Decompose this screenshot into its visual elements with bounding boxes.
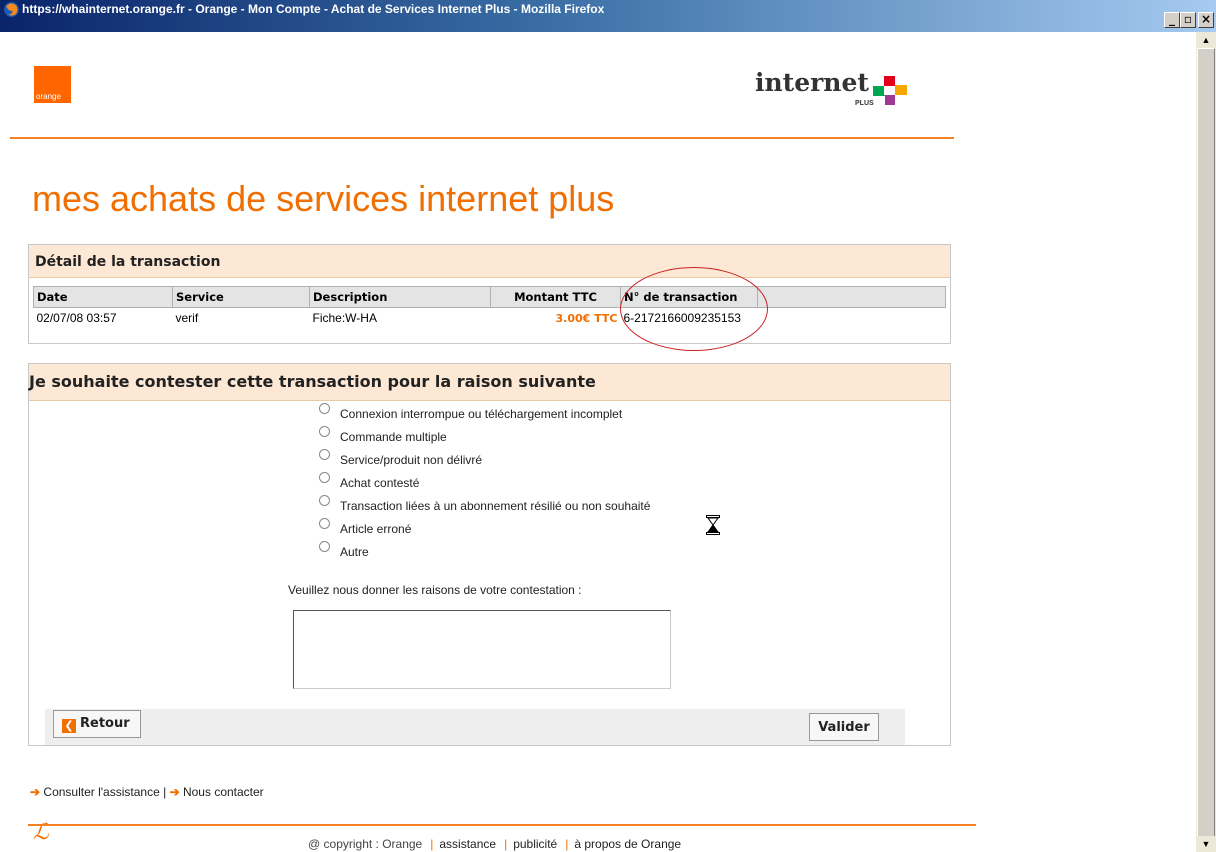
minimize-button[interactable]: _ xyxy=(1164,12,1180,28)
contact-link[interactable]: Nous contacter xyxy=(183,785,264,799)
contest-panel-header: Je souhaite contester cette transaction … xyxy=(29,364,950,401)
reason-label: Transaction liées à un abonnement résili… xyxy=(340,498,651,513)
back-arrow-icon: ❮ xyxy=(62,718,76,733)
maximize-button[interactable]: ▫ xyxy=(1180,12,1196,28)
internet-plus-logo[interactable]: internet PLUS xyxy=(755,68,935,120)
hourglass-icon xyxy=(706,515,720,535)
radio-button[interactable] xyxy=(319,472,330,483)
reason-option[interactable]: Achat contesté xyxy=(319,471,650,494)
assistance-link[interactable]: Consulter l'assistance xyxy=(43,785,159,799)
minimize-icon: _ xyxy=(1169,12,1175,26)
footer-divider xyxy=(28,824,976,826)
reason-option[interactable]: Article erroné xyxy=(319,517,650,540)
reason-label: Article erroné xyxy=(340,521,412,536)
reason-option[interactable]: Service/produit non délivré xyxy=(319,448,650,471)
firefox-icon xyxy=(4,2,19,17)
radio-button[interactable] xyxy=(319,403,330,414)
transaction-table: Date Service Description Montant TTC N° … xyxy=(33,286,946,328)
reason-label: Connexion interrompue ou téléchargement … xyxy=(340,406,623,421)
plus-cross-icon xyxy=(873,76,907,105)
radio-button[interactable] xyxy=(319,518,330,529)
retour-button[interactable]: ❮ Retour xyxy=(53,710,141,738)
transaction-heading: Détail de la transaction xyxy=(35,254,221,270)
cell-service: verif xyxy=(175,311,199,325)
transaction-panel: Détail de la transaction Date Service De… xyxy=(28,244,951,344)
header-divider xyxy=(10,137,954,139)
radio-button[interactable] xyxy=(319,541,330,552)
contest-panel: Je souhaite contester cette transaction … xyxy=(28,363,951,746)
arrow-right-icon: ➔ xyxy=(169,785,180,799)
valider-button[interactable]: Valider xyxy=(809,713,879,741)
table-header-row: Date Service Description Montant TTC N° … xyxy=(33,286,946,308)
separator: | xyxy=(565,837,569,851)
retour-label: Retour xyxy=(80,715,130,731)
reason-textarea[interactable] xyxy=(293,610,671,689)
reason-label: Achat contesté xyxy=(340,475,420,490)
internet-plus-text: internet xyxy=(755,68,869,97)
reason-radio-group: Connexion interrompue ou téléchargement … xyxy=(319,402,650,563)
footer-assistance-link[interactable]: assistance xyxy=(439,837,496,851)
amount-value: 3.00€ TTC xyxy=(555,312,618,325)
vertical-scrollbar[interactable]: ▲ ▼ xyxy=(1196,32,1216,852)
col-montant: Montant TTC xyxy=(490,286,621,308)
contest-heading: Je souhaite contester cette transaction … xyxy=(29,372,596,391)
orange-logo-text: orange xyxy=(36,92,61,101)
col-empty xyxy=(757,286,946,308)
cell-date: 02/07/08 03:57 xyxy=(36,311,117,325)
cell-empty xyxy=(758,308,946,329)
footer-apropos-link[interactable]: à propos de Orange xyxy=(574,837,681,851)
reason-label: Service/produit non délivré xyxy=(340,452,483,467)
radio-button[interactable] xyxy=(319,426,330,437)
maximize-icon: ▫ xyxy=(1183,12,1193,26)
footer-copyright-bar: @ copyright : Orange | assistance | publicit… xyxy=(308,837,681,851)
scroll-down-icon[interactable]: ▼ xyxy=(1196,836,1216,852)
radio-button[interactable] xyxy=(319,495,330,506)
reason-prompt: Veuillez nous donner les raisons de votr… xyxy=(288,583,582,597)
table-row: 02/07/08 03:57 verif Fiche:W-HA 3.00€ TT… xyxy=(34,308,946,329)
close-icon: × xyxy=(1200,12,1212,26)
col-service: Service xyxy=(172,286,310,308)
reason-option[interactable]: Connexion interrompue ou téléchargement … xyxy=(319,402,650,425)
footer-links: ➔ Consulter l'assistance | ➔ Nous contac… xyxy=(30,785,264,799)
separator: | xyxy=(430,837,434,851)
scroll-up-icon[interactable]: ▲ xyxy=(1196,32,1216,48)
col-date: Date xyxy=(33,286,173,308)
page-title: mes achats de services internet plus xyxy=(32,178,615,219)
cell-description: Fiche:W-HA xyxy=(312,311,377,325)
transaction-panel-header: Détail de la transaction xyxy=(29,245,950,278)
reason-option[interactable]: Autre xyxy=(319,540,650,563)
footer-publicite-link[interactable]: publicité xyxy=(513,837,557,851)
cell-montant: 3.00€ TTC xyxy=(491,308,621,329)
separator: | xyxy=(504,837,508,851)
copyright-text: @ copyright : Orange xyxy=(308,837,423,851)
reason-label: Commande multiple xyxy=(340,429,447,444)
col-description: Description xyxy=(309,286,491,308)
arrow-right-icon: ➔ xyxy=(30,785,41,799)
orange-mark-icon: ℒ xyxy=(33,820,49,845)
reason-label: Autre xyxy=(340,544,369,559)
reason-option[interactable]: Commande multiple xyxy=(319,425,650,448)
footer-separator: | xyxy=(163,785,167,799)
window-titlebar[interactable]: https://whainternet.orange.fr - Orange -… xyxy=(0,0,1216,32)
button-bar: ❮ Retour Valider xyxy=(45,709,905,745)
window-title: https://whainternet.orange.fr - Orange -… xyxy=(22,2,605,16)
orange-logo[interactable]: orange xyxy=(34,66,71,103)
reason-option[interactable]: Transaction liées à un abonnement résili… xyxy=(319,494,650,517)
red-circle-annotation xyxy=(620,267,768,351)
close-button[interactable]: × xyxy=(1198,12,1214,28)
radio-button[interactable] xyxy=(319,449,330,460)
scrollbar-thumb[interactable] xyxy=(1197,48,1215,844)
